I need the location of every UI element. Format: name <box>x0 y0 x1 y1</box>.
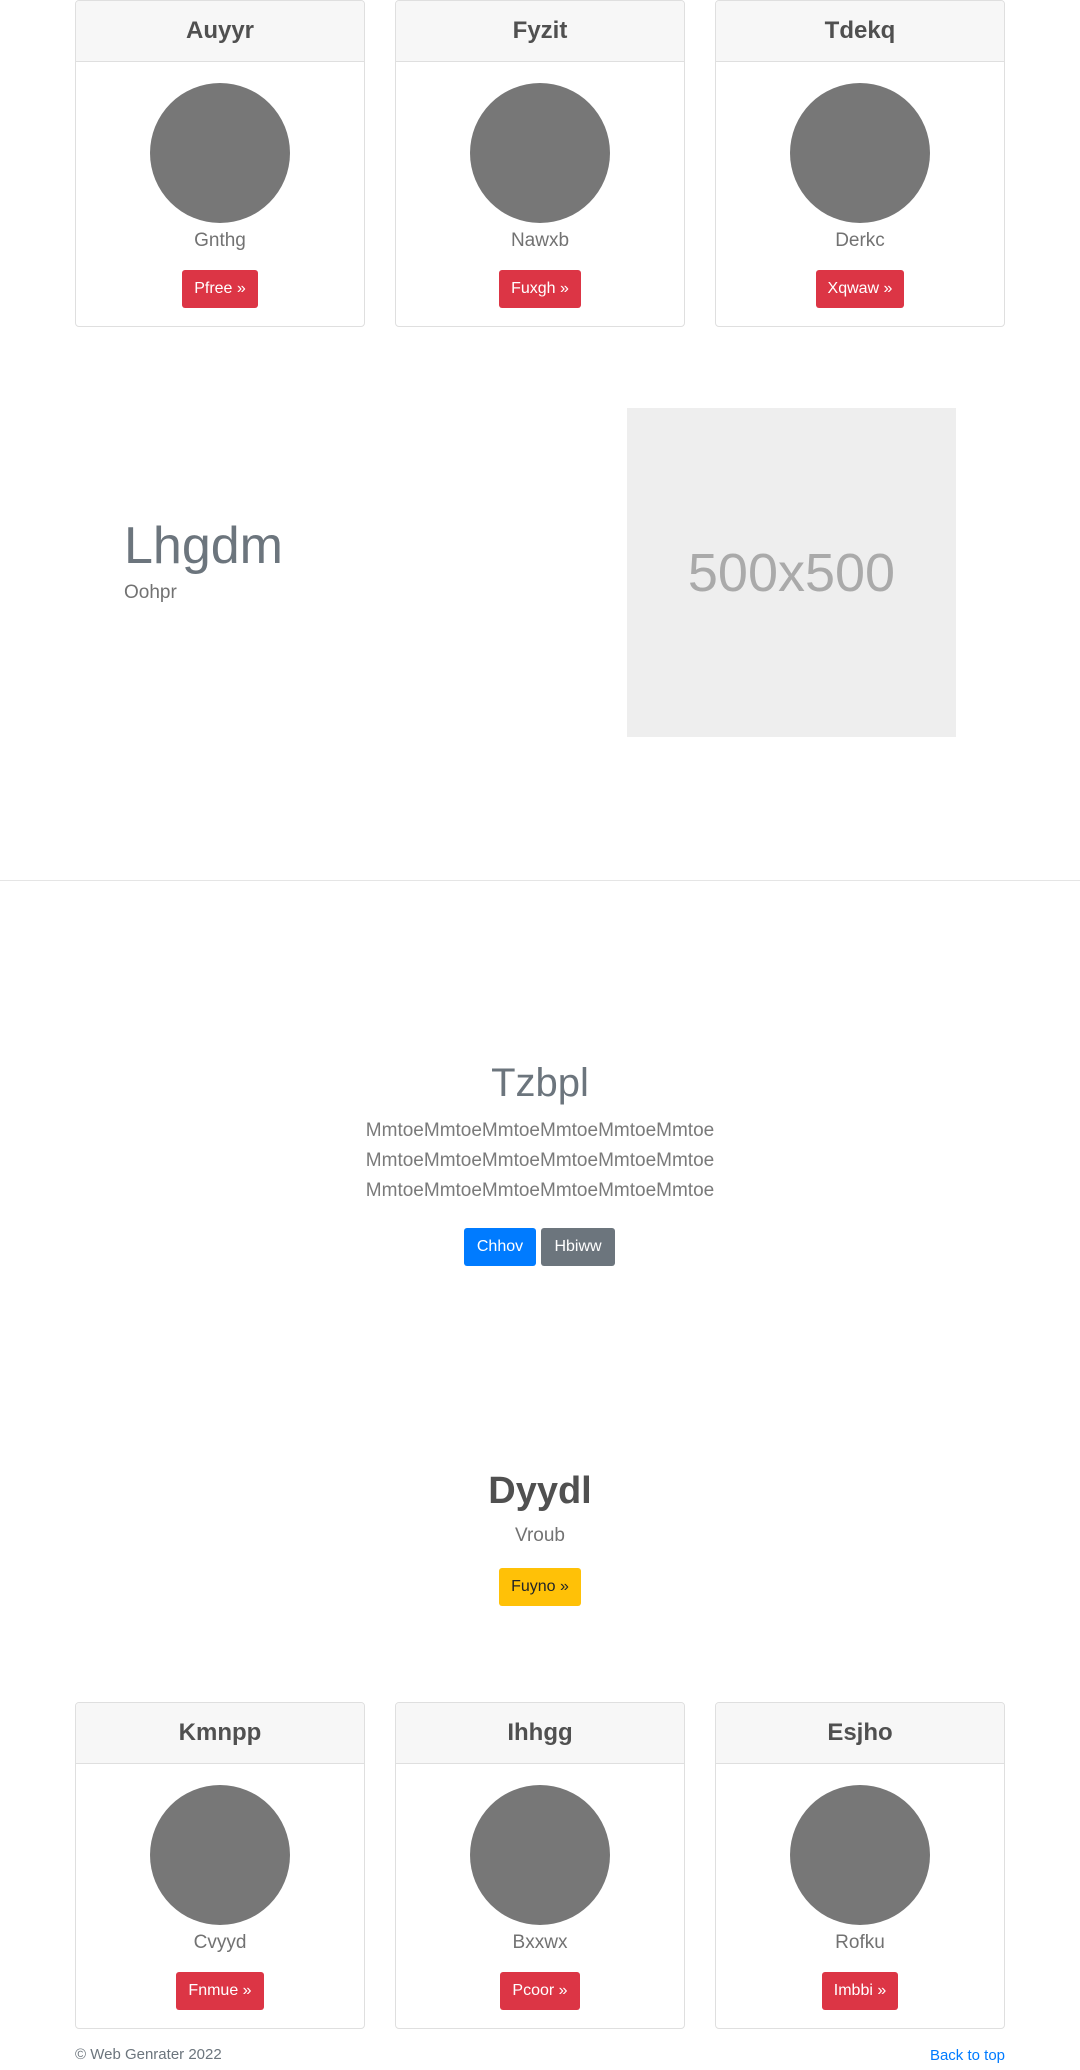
jumbotron-buttons: Chhov Hbiww <box>464 1228 615 1266</box>
card-title: Tdekq <box>716 1 1004 62</box>
card-text: Gnthg <box>194 230 246 251</box>
avatar-image <box>470 1785 610 1925</box>
avatar-image <box>150 1785 290 1925</box>
lead-line: MmtoeMmtoeMmtoeMmtoeMmtoeMmtoe <box>365 1150 715 1171</box>
card-button[interactable]: Xqwaw » <box>815 270 905 308</box>
card-title: Auyyr <box>76 1 364 62</box>
card-title: Ihhgg <box>396 1703 684 1764</box>
secondary-button[interactable]: Hbiww <box>541 1228 615 1266</box>
card: Fyzit Nawxb Fuxgh » <box>395 0 685 327</box>
card-body: Bxxwx Pcoor » <box>396 1764 684 2010</box>
card-body: Derkc Xqwaw » <box>716 62 1004 308</box>
card-text: Cvyyd <box>193 1932 247 1953</box>
card-text: Bxxwx <box>512 1932 568 1953</box>
feature-heading: Lhgdm <box>124 517 283 575</box>
card-body: Gnthg Pfree » <box>76 62 364 308</box>
warning-button[interactable]: Fuyno » <box>499 1568 581 1606</box>
jumbotron-title: Tzbpl <box>491 1061 589 1105</box>
avatar-image <box>790 83 930 223</box>
card: Ihhgg Bxxwx Pcoor » <box>395 1702 685 2029</box>
card-title: Kmnpp <box>76 1703 364 1764</box>
card-body: Nawxb Fuxgh » <box>396 62 684 308</box>
back-to-top-link[interactable]: Back to top <box>930 2047 1005 2064</box>
placeholder-image-label: 500x500 <box>687 542 896 603</box>
card-deck-top: Auyyr Gnthg Pfree » Fyzit Nawxb Fuxgh » … <box>75 0 1005 327</box>
card: Auyyr Gnthg Pfree » <box>75 0 365 327</box>
card: Kmnpp Cvyyd Fnmue » <box>75 1702 365 2029</box>
card-body: Rofku Imbbi » <box>716 1764 1004 2010</box>
card-deck-bottom: Kmnpp Cvyyd Fnmue » Ihhgg Bxxwx Pcoor » … <box>75 1702 1005 2029</box>
card-title: Fyzit <box>396 1 684 62</box>
primary-button[interactable]: Chhov <box>464 1228 536 1266</box>
card-button[interactable]: Fnmue » <box>176 1972 264 2010</box>
card-text: Derkc <box>835 230 885 251</box>
card-title: Esjho <box>716 1703 1004 1764</box>
card-text: Nawxb <box>510 230 570 251</box>
avatar-image <box>790 1785 930 1925</box>
feature-subheading: Oohpr <box>124 582 177 603</box>
avatar-image <box>150 83 290 223</box>
placeholder-image: 500x500 <box>627 408 956 737</box>
jumbotron-lead: MmtoeMmtoeMmtoeMmtoeMmtoeMmtoe MmtoeMmto… <box>0 1116 1080 1206</box>
avatar-image <box>470 83 610 223</box>
footer-copyright: © Web Genrater 2022 <box>75 2046 222 2063</box>
center-title: Dyydl <box>488 1470 592 1512</box>
card: Esjho Rofku Imbbi » <box>715 1702 1005 2029</box>
card-button[interactable]: Fuxgh » <box>499 270 581 308</box>
lead-line: MmtoeMmtoeMmtoeMmtoeMmtoeMmtoe <box>365 1180 715 1201</box>
card-button[interactable]: Imbbi » <box>821 1972 899 2010</box>
section-divider <box>0 880 1080 881</box>
lead-line: MmtoeMmtoeMmtoeMmtoeMmtoeMmtoe <box>365 1120 715 1141</box>
card-body: Cvyyd Fnmue » <box>76 1764 364 2010</box>
card-button[interactable]: Pcoor » <box>500 1972 580 2010</box>
card-button[interactable]: Pfree » <box>182 270 258 308</box>
card: Tdekq Derkc Xqwaw » <box>715 0 1005 327</box>
card-text: Rofku <box>835 1932 885 1953</box>
center-subtitle: Vroub <box>515 1525 565 1546</box>
